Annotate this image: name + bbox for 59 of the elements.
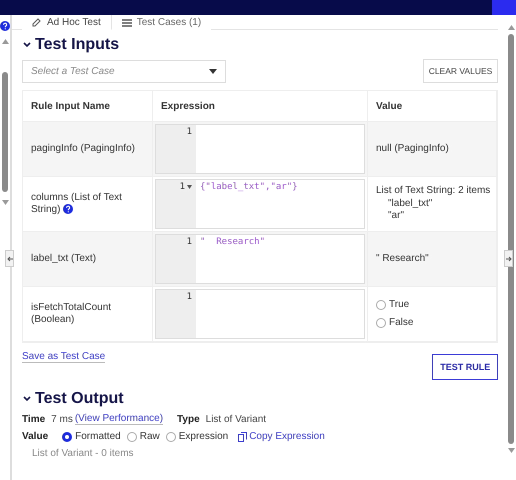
scrollbar-thumb[interactable] [508, 34, 514, 444]
radio-option[interactable]: False [376, 317, 414, 330]
section-title: Test Inputs [35, 36, 120, 54]
test-case-select[interactable]: Select a Test Case [22, 60, 226, 82]
expression-editor[interactable]: 1 [155, 124, 365, 174]
code-text: {"label_txt","ar"} [200, 182, 298, 192]
chevron-down-icon[interactable] [22, 394, 32, 404]
line-number: 1 [186, 237, 192, 247]
expression-editor[interactable]: 1 " Research" [155, 234, 365, 284]
line-number: 1 [186, 292, 192, 302]
collapse-handle[interactable] [5, 250, 14, 267]
section-title: Test Output [35, 390, 124, 408]
scroll-up-icon[interactable] [2, 39, 8, 44]
copy-expression-link[interactable]: Copy Expression [249, 431, 325, 442]
value-text: List of Text String: 2 items [376, 185, 490, 198]
time-label: Time [22, 414, 46, 424]
value-text: null (PagingInfo) [376, 142, 449, 156]
clear-values-button[interactable]: CLEAR VALUES [422, 59, 498, 83]
value-label: Value [22, 431, 48, 442]
save-test-case-link[interactable]: Save as Test Case [22, 351, 106, 363]
input-name: isFetchTotalCount (Boolean) [31, 302, 112, 326]
code-text: " Research" [200, 237, 266, 247]
expression-editor[interactable]: 1 {"label_txt","ar"} [155, 179, 365, 229]
help-icon[interactable] [63, 204, 74, 214]
expression-editor[interactable]: 1 [155, 289, 365, 339]
value-text: " Research" [376, 252, 429, 266]
help-icon[interactable] [0, 21, 10, 31]
input-name: columns (List of Text String) [31, 192, 123, 216]
type-value: List of Variant [206, 414, 266, 424]
scroll-down-icon[interactable] [508, 448, 515, 453]
scrollbar-thumb[interactable] [2, 72, 8, 192]
tab[interactable]: Test Cases (1) [112, 15, 212, 30]
radio-option[interactable]: Expression [166, 431, 228, 442]
list-item: "label_txt" [388, 198, 432, 209]
input-name: label_txt (Text) [31, 252, 96, 266]
radio-option[interactable]: Formatted [62, 431, 121, 442]
radio-option[interactable]: True [376, 298, 414, 311]
chevron-down-icon[interactable] [22, 40, 32, 50]
radio-option[interactable]: Raw [126, 431, 160, 442]
expand-handle[interactable] [504, 250, 514, 267]
scroll-up-icon[interactable] [508, 25, 515, 30]
type-label: Type [177, 414, 200, 424]
time-value: 7 ms [51, 414, 73, 424]
view-performance-link[interactable]: (View Performance) [74, 413, 164, 425]
arrow-right-icon [506, 256, 512, 262]
list-item: "ar" [388, 210, 404, 222]
line-number: 1 [180, 182, 185, 192]
fold-caret-icon[interactable] [187, 185, 192, 189]
input-name: pagingInfo (PagingInfo) [31, 142, 135, 156]
test-rule-button[interactable]: TEST RULE [432, 354, 498, 380]
copy-icon[interactable] [238, 432, 248, 442]
pencil-icon [32, 17, 42, 27]
result-text: List of Variant - 0 items [32, 448, 135, 459]
caret-icon [209, 68, 217, 74]
scroll-down-icon[interactable] [2, 200, 8, 205]
list-icon [122, 18, 132, 26]
tab[interactable]: Ad Hoc Test [22, 15, 112, 30]
line-number: 1 [186, 127, 192, 137]
arrow-left-icon [6, 256, 12, 262]
